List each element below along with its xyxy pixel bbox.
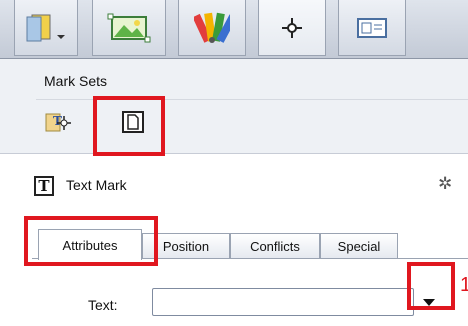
annotation-number: 1 <box>460 274 468 296</box>
toolbar-button-marks[interactable] <box>258 0 326 56</box>
toolbar-button-books[interactable] <box>14 0 78 56</box>
color-swatches-icon <box>194 12 230 43</box>
highlight-new-page-button <box>93 96 165 156</box>
text-field-label: Text: <box>88 297 118 313</box>
tab-attributes[interactable]: Attributes <box>38 229 142 260</box>
text-mark-tool-icon: T <box>45 113 71 132</box>
toolbar-button-images[interactable] <box>92 0 166 56</box>
text-mark-tool-button[interactable]: T <box>40 103 78 137</box>
mark-sets-title: Mark Sets <box>44 73 108 89</box>
tab-special[interactable]: Special <box>320 233 398 259</box>
gear-icon[interactable]: ✲ <box>438 174 452 194</box>
text-mark-panel: T Text Mark ✲ Attributes Position Confli… <box>0 154 468 326</box>
highlight-dropdown-arrow <box>407 262 455 310</box>
text-mark-icon: T <box>34 176 54 196</box>
card-layout-icon <box>357 17 387 38</box>
text-input[interactable] <box>152 288 414 316</box>
svg-text:T: T <box>53 114 62 128</box>
mark-sets-panel: Mark Sets T <box>0 59 468 154</box>
book-panel-icon <box>26 14 65 41</box>
toolbar-button-colors[interactable] <box>178 0 246 56</box>
crosshair-icon <box>282 17 302 38</box>
image-icon <box>107 13 151 42</box>
toolbar-button-layout[interactable] <box>338 0 406 56</box>
text-mark-label: Text Mark <box>66 177 127 193</box>
top-toolbar <box>0 0 468 59</box>
tab-conflicts[interactable]: Conflicts <box>230 233 320 259</box>
